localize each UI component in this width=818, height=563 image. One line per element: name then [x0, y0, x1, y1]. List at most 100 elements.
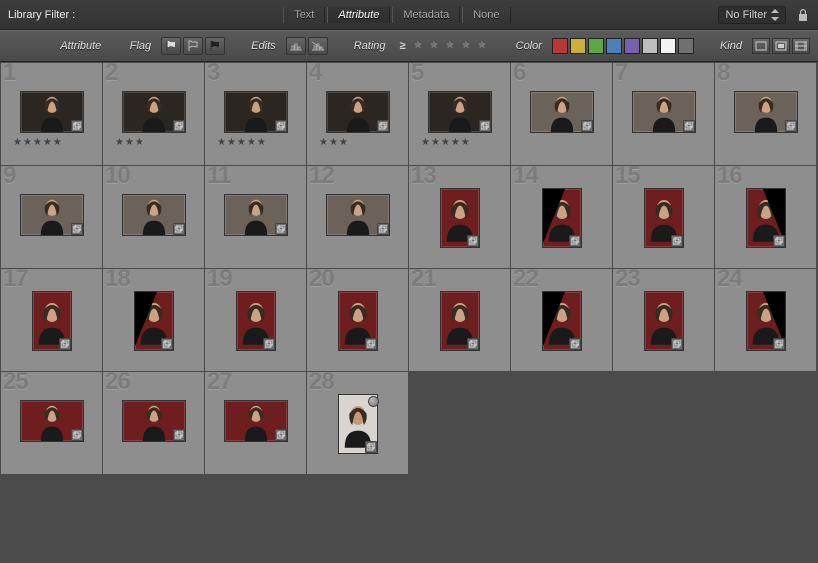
thumbnail-index: 15	[615, 166, 640, 190]
thumbnail-cell[interactable]: 15	[613, 166, 714, 268]
color-swatch-5[interactable]	[642, 38, 658, 54]
thumbnail-index: 19	[207, 269, 232, 293]
thumbnail-cell[interactable]: 1 ★★★★★	[1, 63, 102, 165]
kind-master-icon[interactable]	[752, 38, 770, 54]
thumbnail-cell[interactable]: 26	[103, 372, 204, 474]
thumbnail-rating: ★★★★★	[13, 137, 63, 148]
color-filter-group	[552, 38, 694, 54]
stack-badge-icon	[671, 338, 683, 350]
thumbnail-cell[interactable]: 6	[511, 63, 612, 165]
stack-badge-icon	[773, 338, 785, 350]
flag-picked-icon[interactable]	[161, 37, 181, 55]
rating-star-2[interactable]	[428, 39, 442, 53]
filter-preset-label: No Filter	[725, 9, 767, 21]
flag-rejected-icon[interactable]	[205, 37, 225, 55]
thumbnail-cell[interactable]: 18	[103, 269, 204, 371]
color-swatch-3[interactable]	[606, 38, 622, 54]
thumbnail-index: 3	[207, 63, 219, 87]
stack-badge-icon	[569, 338, 581, 350]
stack-badge-icon	[173, 120, 185, 132]
stack-badge-icon	[173, 223, 185, 235]
thumbnail-index: 11	[207, 166, 230, 190]
filter-tab-attribute[interactable]: Attribute	[327, 7, 390, 23]
color-swatch-2[interactable]	[588, 38, 604, 54]
attribute-label: Attribute	[60, 40, 101, 52]
stack-badge-icon	[161, 338, 173, 350]
filter-tab-metadata[interactable]: Metadata	[392, 7, 460, 23]
thumbnail-cell[interactable]: 8	[715, 63, 816, 165]
thumbnail-cell[interactable]: 5 ★★★★★	[409, 63, 510, 165]
color-swatch-4[interactable]	[624, 38, 640, 54]
kind-video-icon[interactable]	[792, 38, 810, 54]
thumbnail-cell[interactable]: 23	[613, 269, 714, 371]
color-swatch-1[interactable]	[570, 38, 586, 54]
thumbnail-cell[interactable]: 4 ★★★	[307, 63, 408, 165]
edits-unedited-icon[interactable]	[308, 37, 328, 55]
thumbnail-cell[interactable]: 27	[205, 372, 306, 474]
chevron-up-down-icon	[771, 9, 779, 21]
thumbnail-index: 8	[717, 63, 729, 87]
flag-unflagged-icon[interactable]	[183, 37, 203, 55]
rating-operator[interactable]: ≥	[396, 40, 410, 52]
thumbnail-rating: ★★★★★	[217, 137, 267, 148]
thumbnail-index: 22	[513, 269, 538, 293]
edits-filter-group	[286, 37, 328, 55]
lock-icon[interactable]	[796, 8, 810, 22]
thumbnail-cell[interactable]: 28	[307, 372, 408, 474]
flag-filter-group	[161, 37, 225, 55]
stack-badge-icon	[773, 235, 785, 247]
thumbnail-cell[interactable]: 19	[205, 269, 306, 371]
thumbnail-cell[interactable]: 14	[511, 166, 612, 268]
filter-tab-none[interactable]: None	[462, 7, 510, 23]
thumbnail-cell[interactable]: 9	[1, 166, 102, 268]
thumbnail-cell[interactable]: 12	[307, 166, 408, 268]
thumbnail-rating: ★★★	[319, 137, 349, 148]
kind-label: Kind	[720, 40, 742, 52]
thumbnail-cell[interactable]: 13	[409, 166, 510, 268]
rating-star-1[interactable]	[412, 39, 426, 53]
rating-star-5[interactable]	[476, 39, 490, 53]
rating-star-4[interactable]	[460, 39, 474, 53]
stack-badge-icon	[59, 338, 71, 350]
thumbnail-cell[interactable]: 2 ★★★	[103, 63, 204, 165]
thumbnail-index: 12	[309, 166, 334, 190]
thumbnail-cell[interactable]: 7	[613, 63, 714, 165]
thumbnail-index: 7	[615, 63, 627, 87]
thumbnail-index: 21	[411, 269, 436, 293]
thumbnail-index: 5	[411, 63, 423, 87]
filter-preset-dropdown[interactable]: No Filter	[718, 6, 786, 24]
thumbnail-cell[interactable]: 16	[715, 166, 816, 268]
stack-badge-icon	[377, 223, 389, 235]
thumbnail-index: 2	[105, 63, 117, 87]
thumbnail-index: 9	[3, 166, 15, 190]
thumbnail-index: 17	[3, 269, 28, 293]
thumbnail-cell[interactable]: 25	[1, 372, 102, 474]
stack-badge-icon	[275, 429, 287, 441]
thumbnail-index: 24	[717, 269, 742, 293]
stack-badge-icon	[581, 120, 593, 132]
status-dot-icon	[368, 396, 379, 407]
thumbnail-cell[interactable]: 3 ★★★★★	[205, 63, 306, 165]
rating-star-3[interactable]	[444, 39, 458, 53]
thumbnail-cell[interactable]: 17	[1, 269, 102, 371]
thumbnail-grid: 1 ★★★★★2 ★★★3 ★★★★★4 ★★★5 ★★★★★6 7 8 9 1…	[1, 63, 818, 474]
stack-badge-icon	[365, 441, 377, 453]
thumbnail-cell[interactable]: 10	[103, 166, 204, 268]
thumbnail-cell[interactable]: 24	[715, 269, 816, 371]
kind-virtual-icon[interactable]	[772, 38, 790, 54]
thumbnail-cell[interactable]: 11	[205, 166, 306, 268]
color-swatch-7[interactable]	[678, 38, 694, 54]
thumbnail-index: 13	[411, 166, 436, 190]
color-swatch-0[interactable]	[552, 38, 568, 54]
edits-edited-icon[interactable]	[286, 37, 306, 55]
stack-badge-icon	[365, 338, 377, 350]
thumbnail-cell[interactable]: 22	[511, 269, 612, 371]
thumbnail-index: 26	[105, 372, 130, 396]
color-swatch-6[interactable]	[660, 38, 676, 54]
thumbnail-cell[interactable]: 20	[307, 269, 408, 371]
thumbnail-cell[interactable]: 21	[409, 269, 510, 371]
color-label: Color	[516, 40, 542, 52]
filter-tab-text[interactable]: Text	[283, 7, 325, 23]
thumbnail-grid-scroll[interactable]: 1 ★★★★★2 ★★★3 ★★★★★4 ★★★5 ★★★★★6 7 8 9 1…	[0, 62, 818, 563]
library-filter-title: Library Filter :	[8, 9, 75, 21]
